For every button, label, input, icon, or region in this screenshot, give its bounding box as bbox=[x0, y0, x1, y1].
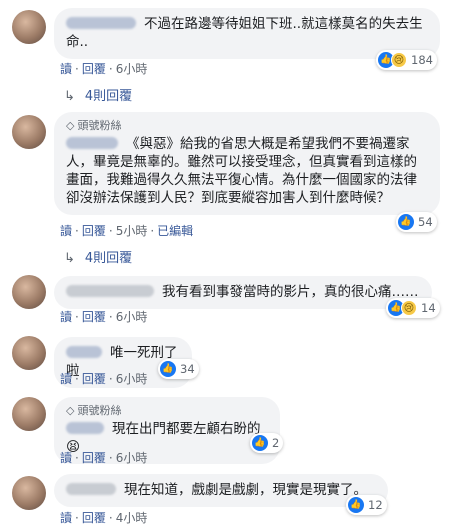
read-link[interactable]: 讀 bbox=[60, 372, 72, 386]
avatar[interactable] bbox=[12, 336, 46, 370]
timestamp[interactable]: 6小時 bbox=[116, 451, 148, 465]
timestamp[interactable]: 4小時 bbox=[116, 511, 148, 525]
comment-actions: 讀 · 回覆 · 6小時 bbox=[60, 451, 148, 465]
avatar[interactable] bbox=[12, 397, 46, 431]
author-name[interactable] bbox=[66, 422, 104, 434]
reaction-count: 12 bbox=[368, 498, 383, 512]
like-icon: 👍 bbox=[252, 435, 268, 451]
like-icon: 👍 bbox=[398, 214, 414, 230]
comment-actions: 讀 · 回覆 · 4小時 bbox=[60, 511, 148, 525]
reaction-count: 14 bbox=[421, 301, 436, 315]
avatar[interactable] bbox=[12, 10, 46, 44]
timestamp[interactable]: 6小時 bbox=[116, 372, 148, 386]
diamond-icon: ◇ bbox=[66, 119, 75, 132]
comment-text: 我有看到事發當時的影片，真的很心痛…… bbox=[162, 284, 419, 300]
comment-bubble: ◇ 頭號粉絲 《與惡》給我的省思大概是希望我們不要禍遷家人，畢竟是無辜的。雖然可以… bbox=[54, 112, 440, 215]
read-link[interactable]: 讀 bbox=[60, 224, 72, 238]
diamond-icon: ◇ bbox=[66, 404, 75, 417]
top-fan-badge: ◇ 頭號粉絲 bbox=[66, 119, 122, 132]
comment-actions: 讀 · 回覆 · 6小時 bbox=[60, 310, 148, 324]
reaction-summary[interactable]: 👍 😢 184 bbox=[376, 50, 437, 70]
reaction-summary[interactable]: 👍 2 bbox=[250, 433, 284, 453]
comment-actions: 讀 · 回覆 · 6小時 bbox=[60, 62, 148, 76]
avatar[interactable] bbox=[12, 275, 46, 309]
author-name[interactable] bbox=[66, 483, 116, 495]
sad-icon: 😢 bbox=[391, 52, 407, 68]
reaction-summary[interactable]: 👍 34 bbox=[158, 359, 199, 379]
reply-arrow-icon: ↳ bbox=[64, 251, 75, 266]
reply-link[interactable]: 回覆 bbox=[82, 310, 106, 324]
reply-link[interactable]: 回覆 bbox=[82, 372, 106, 386]
author-name[interactable] bbox=[66, 137, 118, 149]
read-link[interactable]: 讀 bbox=[60, 451, 72, 465]
reaction-count: 184 bbox=[411, 53, 433, 67]
top-fan-badge: ◇ 頭號粉絲 bbox=[66, 404, 122, 417]
reply-link[interactable]: 回覆 bbox=[82, 224, 106, 238]
reaction-summary[interactable]: 👍 12 bbox=[346, 495, 387, 515]
read-link[interactable]: 讀 bbox=[60, 62, 72, 76]
read-link[interactable]: 讀 bbox=[60, 511, 72, 525]
view-replies-link[interactable]: ↳ 4則回覆 bbox=[64, 250, 132, 268]
reaction-count: 34 bbox=[180, 362, 195, 376]
comment-text: 《與惡》給我的省思大概是希望我們不要禍遷家人，畢竟是無辜的。雖然可以接受理念，但… bbox=[66, 136, 417, 206]
author-name[interactable] bbox=[66, 17, 136, 29]
author-name[interactable] bbox=[66, 346, 102, 358]
timestamp[interactable]: 6小時 bbox=[116, 62, 148, 76]
avatar[interactable] bbox=[12, 115, 46, 149]
reply-arrow-icon: ↳ bbox=[64, 89, 75, 104]
reaction-count: 54 bbox=[418, 215, 433, 229]
reaction-summary[interactable]: 👍 54 bbox=[396, 212, 437, 232]
replies-count: 4則回覆 bbox=[84, 251, 133, 266]
reaction-count: 2 bbox=[272, 436, 280, 450]
like-icon: 👍 bbox=[348, 497, 364, 513]
view-replies-link[interactable]: ↳ 4則回覆 bbox=[64, 88, 132, 106]
edited-link[interactable]: 已編輯 bbox=[157, 224, 193, 238]
author-name[interactable] bbox=[66, 285, 154, 297]
comment-bubble: 現在知道，戲劇是戲劇，現實是現實了。 bbox=[54, 474, 388, 507]
like-icon: 👍 bbox=[160, 361, 176, 377]
comment-bubble: 我有看到事發當時的影片，真的很心痛…… bbox=[54, 276, 432, 309]
timestamp[interactable]: 6小時 bbox=[116, 310, 148, 324]
sad-icon: 😢 bbox=[401, 300, 417, 316]
reply-link[interactable]: 回覆 bbox=[82, 511, 106, 525]
timestamp[interactable]: 5小時 bbox=[116, 224, 148, 238]
comment-actions: 讀 · 回覆 · 6小時 bbox=[60, 372, 148, 386]
comment-text: 現在知道，戲劇是戲劇，現實是現實了。 bbox=[124, 482, 367, 498]
comment-actions: 讀 · 回覆 · 5小時 · 已編輯 bbox=[60, 224, 194, 238]
read-link[interactable]: 讀 bbox=[60, 310, 72, 324]
replies-count: 4則回覆 bbox=[84, 89, 133, 104]
avatar[interactable] bbox=[12, 476, 46, 510]
reply-link[interactable]: 回覆 bbox=[82, 451, 106, 465]
reaction-summary[interactable]: 👍 😢 14 bbox=[386, 298, 440, 318]
reply-link[interactable]: 回覆 bbox=[82, 62, 106, 76]
